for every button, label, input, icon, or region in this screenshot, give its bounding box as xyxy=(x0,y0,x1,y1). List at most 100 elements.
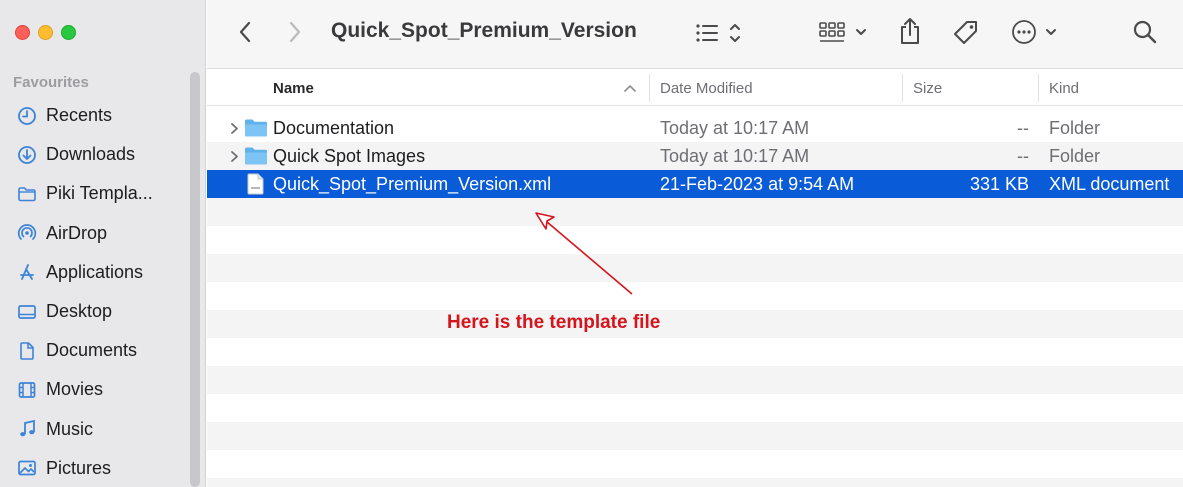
column-divider[interactable] xyxy=(902,74,903,102)
file-date-modified: Today at 10:17 AM xyxy=(660,145,810,166)
folder-icon xyxy=(244,142,268,170)
column-header: Name Date Modified Size Kind xyxy=(207,70,1183,106)
group-button[interactable] xyxy=(819,20,871,46)
disclosure-triangle-icon[interactable] xyxy=(227,142,241,170)
column-kind-label: Kind xyxy=(1049,79,1080,97)
empty-row xyxy=(207,450,1183,478)
column-name-label: Name xyxy=(273,79,314,97)
annotation-text: Here is the template file xyxy=(447,312,661,333)
list-view-icon xyxy=(696,24,740,42)
file-kind: Folder xyxy=(1049,145,1101,166)
file-list: Name Date Modified Size Kind Documentati… xyxy=(207,70,1183,487)
sidebar-item-recents[interactable]: Recents xyxy=(0,96,190,135)
file-size: -- xyxy=(1017,117,1029,138)
empty-row xyxy=(207,478,1183,487)
photo-icon xyxy=(16,457,38,479)
xml-file-icon xyxy=(244,170,268,198)
back-button[interactable] xyxy=(233,20,257,44)
column-size-label: Size xyxy=(913,79,943,97)
column-divider[interactable] xyxy=(1038,74,1039,102)
window-controls xyxy=(15,25,76,40)
empty-row xyxy=(207,254,1183,282)
sidebar-item-label: Desktop xyxy=(46,301,113,322)
column-date-label: Date Modified xyxy=(660,79,753,97)
chevron-left-icon xyxy=(239,21,251,43)
file-size: 331 KB xyxy=(969,173,1029,194)
clock-icon xyxy=(16,105,38,127)
disclosure-triangle-icon[interactable] xyxy=(227,114,241,142)
film-icon xyxy=(16,379,38,401)
forward-button[interactable] xyxy=(283,20,307,44)
sidebar: Favourites Recents Downloads Piki Templa… xyxy=(0,0,206,487)
file-date-modified: Today at 10:17 AM xyxy=(660,117,810,138)
file-size: -- xyxy=(1017,145,1029,166)
file-kind: XML document xyxy=(1049,173,1170,194)
column-size[interactable]: Size xyxy=(913,70,942,106)
file-name: Documentation xyxy=(273,117,395,138)
folder-icon xyxy=(16,183,38,205)
column-divider[interactable] xyxy=(649,74,650,102)
sidebar-item-airdrop[interactable]: AirDrop xyxy=(0,214,190,253)
file-rows: Documentation Today at 10:17 AM -- Folde… xyxy=(207,114,1183,487)
sidebar-item-applications[interactable]: Applications xyxy=(0,253,190,292)
window-title: Quick_Spot_Premium_Version xyxy=(331,19,637,42)
file-kind: Folder xyxy=(1049,117,1101,138)
airdrop-icon xyxy=(16,222,38,244)
sidebar-scrollbar[interactable] xyxy=(190,72,200,487)
column-kind[interactable]: Kind xyxy=(1049,70,1079,106)
sidebar-item-music[interactable]: Music xyxy=(0,410,190,449)
column-name[interactable]: Name xyxy=(273,70,314,106)
sidebar-item-label: AirDrop xyxy=(46,222,108,243)
sidebar-item-label: Pictures xyxy=(46,457,112,478)
chevron-right-icon xyxy=(289,21,301,43)
sidebar-item-documents[interactable]: Documents xyxy=(0,331,190,370)
sidebar-item-label: Downloads xyxy=(46,144,136,165)
empty-row xyxy=(207,422,1183,450)
sidebar-item-label: Piki Templa... xyxy=(46,183,153,204)
grid-group-icon xyxy=(819,22,866,42)
ellipsis-circle-icon xyxy=(1012,20,1056,44)
favourites-heading: Favourites xyxy=(13,74,89,91)
sidebar-item-movies[interactable]: Movies xyxy=(0,370,190,409)
sidebar-item-label: Documents xyxy=(46,340,138,361)
share-button[interactable] xyxy=(897,16,923,46)
more-actions-button[interactable] xyxy=(1011,18,1063,46)
desktop-icon xyxy=(16,301,38,323)
music-note-icon xyxy=(16,418,38,440)
empty-row xyxy=(207,394,1183,422)
empty-row xyxy=(207,338,1183,366)
file-name: Quick_Spot_Premium_Version.xml xyxy=(273,173,552,194)
search-button[interactable] xyxy=(1131,18,1159,46)
tags-button[interactable] xyxy=(951,18,981,48)
sidebar-item-downloads[interactable]: Downloads xyxy=(0,135,190,174)
sidebar-item-label: Movies xyxy=(46,379,104,400)
empty-row xyxy=(207,310,1183,338)
table-row-selected[interactable]: Quick_Spot_Premium_Version.xml 21-Feb-20… xyxy=(207,170,1183,198)
tag-icon xyxy=(954,21,977,44)
sidebar-item-label: Recents xyxy=(46,105,113,126)
applications-icon xyxy=(16,261,38,283)
folder-icon xyxy=(244,114,268,142)
table-row[interactable]: Documentation Today at 10:17 AM -- Folde… xyxy=(207,114,1183,142)
empty-row xyxy=(207,198,1183,226)
sidebar-item-piki-templates[interactable]: Piki Templa... xyxy=(0,174,190,213)
sidebar-item-label: Music xyxy=(46,418,94,439)
file-date-modified: 21-Feb-2023 at 9:54 AM xyxy=(660,173,855,194)
empty-row xyxy=(207,226,1183,254)
sidebar-item-label: Applications xyxy=(46,261,144,282)
sort-ascending-icon[interactable] xyxy=(623,83,637,93)
empty-row xyxy=(207,366,1183,394)
view-options-button[interactable] xyxy=(695,20,747,46)
empty-row xyxy=(207,282,1183,310)
column-date-modified[interactable]: Date Modified xyxy=(660,70,753,106)
download-icon xyxy=(16,144,38,166)
table-row[interactable]: Quick Spot Images Today at 10:17 AM -- F… xyxy=(207,142,1183,170)
minimize-window-button[interactable] xyxy=(38,25,53,40)
toolbar: Quick_Spot_Premium_Version xyxy=(207,0,1183,69)
sidebar-item-desktop[interactable]: Desktop xyxy=(0,292,190,331)
close-window-button[interactable] xyxy=(15,25,30,40)
sidebar-item-pictures[interactable]: Pictures xyxy=(0,449,190,487)
file-name: Quick Spot Images xyxy=(273,145,426,166)
document-icon xyxy=(16,340,38,362)
zoom-window-button[interactable] xyxy=(61,25,76,40)
